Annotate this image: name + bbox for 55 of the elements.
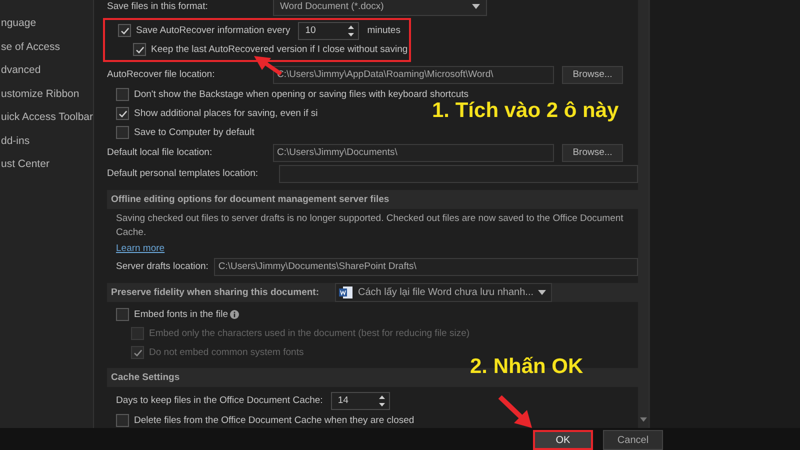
format-dropdown[interactable]: Word Document (*.docx) bbox=[273, 0, 487, 16]
sidebar-item[interactable]: ust Center bbox=[0, 153, 93, 176]
checkbox-label: Save AutoRecover information every bbox=[136, 25, 290, 36]
checkbox-label: Keep the last AutoRecovered version if I close without saving bbox=[151, 44, 408, 55]
field-label: AutoRecover file location: bbox=[107, 69, 216, 80]
scrollbar[interactable] bbox=[638, 0, 648, 428]
checkbox-label: Show additional places for saving, even if si bbox=[134, 108, 318, 119]
checkbox-label: Delete files from the Office Document Cache when they are closed bbox=[134, 415, 414, 426]
field-label: Days to keep files in the Office Document Cache: bbox=[116, 395, 323, 406]
checkbox-label: Embed only the characters used in the document (best for reducing file size) bbox=[149, 328, 470, 339]
sidebar-item[interactable]: dvanced bbox=[0, 59, 93, 82]
checkbox[interactable] bbox=[118, 24, 131, 37]
learn-more-link[interactable]: Learn more bbox=[116, 242, 165, 254]
annotation-arrow bbox=[498, 395, 532, 428]
checkbox[interactable] bbox=[116, 107, 129, 120]
path-field[interactable]: C:\Users\Jimmy\AppData\Roaming\Microsoft\Word\ bbox=[273, 66, 554, 84]
cancel-button[interactable]: Cancel bbox=[603, 430, 663, 450]
checkbox-label: Save to Computer by default bbox=[134, 127, 254, 138]
path-field[interactable]: C:\Users\Jimmy\Documents\SharePoint Drafts\ bbox=[214, 258, 638, 276]
checkbox[interactable] bbox=[133, 43, 146, 56]
checkbox[interactable] bbox=[116, 308, 129, 321]
path-field[interactable] bbox=[279, 164, 638, 182]
info-paragraph: Saving checked out files to server drafts is no longer supported. Checked out files are now saved to the Office Document Cache. bbox=[115, 212, 624, 240]
checkbox-label: Embed fonts in the file bbox=[134, 309, 228, 320]
unit-label: minutes bbox=[367, 25, 400, 36]
number-spinner[interactable]: 10 bbox=[298, 22, 360, 40]
field-label: Default personal templates location: bbox=[107, 168, 260, 179]
scroll-down-icon[interactable] bbox=[640, 417, 646, 422]
caret-icon bbox=[472, 4, 480, 9]
checkbox[interactable] bbox=[116, 414, 129, 427]
checkbox-label: Do not embed common system fonts bbox=[149, 347, 304, 358]
number-spinner[interactable]: 14 bbox=[330, 392, 390, 410]
checkbox[interactable] bbox=[116, 126, 129, 139]
sidebar-item[interactable]: se of Access bbox=[0, 36, 93, 59]
section-header: Preserve fidelity when sharing this document: bbox=[111, 287, 320, 298]
field-label: Save files in this format: bbox=[107, 1, 209, 12]
section-header: Offline editing options for document management server files bbox=[107, 190, 638, 209]
ok-button[interactable]: OK bbox=[533, 430, 593, 450]
caret-icon bbox=[538, 290, 546, 295]
checkbox[interactable] bbox=[116, 88, 129, 101]
sidebar-item[interactable]: ustomize Ribbon bbox=[0, 82, 93, 106]
sidebar-item[interactable]: nguage bbox=[0, 12, 93, 36]
checkbox-label: Don't show the Backstage when opening or saving files with keyboard shortcuts bbox=[134, 89, 468, 100]
document-dropdown[interactable]: Cách lấy lại file Word chưa lưu nhanh... bbox=[335, 283, 552, 302]
annotation-text: 1. Tích vào 2 ô này bbox=[432, 99, 619, 123]
sidebar-item[interactable]: dd-ins bbox=[0, 130, 93, 153]
spinner-arrows-icon bbox=[378, 394, 386, 408]
document-icon bbox=[339, 286, 353, 299]
spinner-arrows-icon bbox=[347, 24, 356, 38]
path-field[interactable]: C:\Users\Jimmy\Documents\ bbox=[273, 144, 554, 162]
sidebar-item[interactable]: uick Access Toolbar bbox=[0, 106, 93, 130]
browse-button[interactable]: Browse... bbox=[562, 144, 623, 162]
field-label: Default local file location: bbox=[107, 147, 214, 158]
browse-button[interactable]: Browse... bbox=[562, 66, 623, 84]
field-label: Server drafts location: bbox=[116, 261, 208, 272]
